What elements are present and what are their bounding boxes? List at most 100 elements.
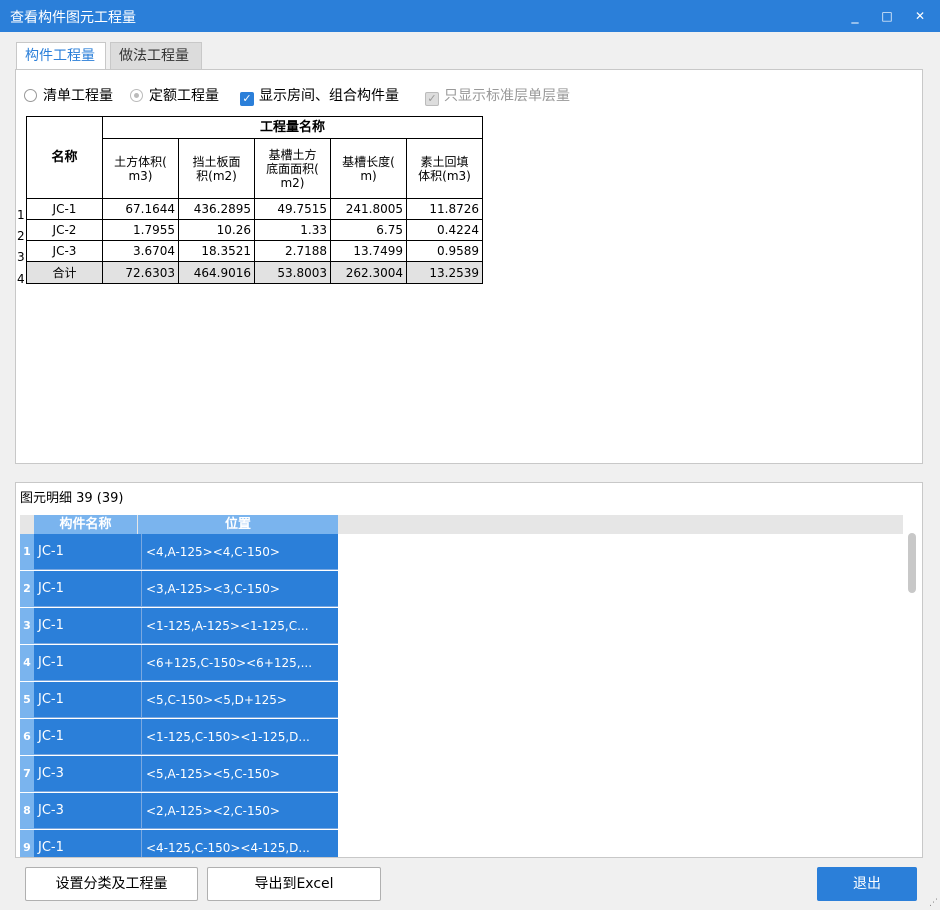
component-name: JC-1: [38, 618, 64, 633]
detail-caption: 图元明细 39 (39): [20, 491, 124, 506]
header-line: m3): [128, 168, 153, 183]
resize-grip-icon[interactable]: ⋰: [929, 898, 938, 908]
position: <3,A-125><3,C-150>: [141, 571, 336, 607]
position: <2,A-125><2,C-150>: [141, 793, 336, 829]
cell: 67.1644: [102, 198, 179, 220]
detail-row[interactable]: 8 JC-3 <2,A-125><2,C-150>: [20, 793, 338, 829]
header-line: 体积(m3): [418, 168, 471, 183]
table-row[interactable]: JC-2 1.7955 10.26 1.33 6.75 0.4224: [26, 219, 483, 241]
cell: 241.8005: [330, 198, 407, 220]
table-row[interactable]: JC-3 3.6704 18.3521 2.7188 13.7499 0.958…: [26, 240, 483, 262]
component-name: JC-3: [38, 766, 64, 781]
header-line: 基槽土方: [268, 147, 317, 162]
row-number: 2: [20, 571, 34, 607]
maximize-icon[interactable]: □: [876, 6, 898, 26]
detail-row[interactable]: 9 JC-1 <4-125,C-150><4-125,D...: [20, 830, 338, 857]
checkbox-standard-floor: ✓ 只显示标准层单层量: [425, 86, 570, 106]
detail-row[interactable]: 4 JC-1 <6+125,C-150><6+125,...: [20, 645, 338, 681]
option-dinge-label: 定额工程量: [149, 88, 219, 104]
cell: 1.7955: [102, 219, 179, 241]
exit-button[interactable]: 退出: [817, 867, 917, 901]
column-header[interactable]: 土方体积(m3): [102, 138, 179, 199]
cell: 0.9589: [406, 240, 483, 262]
quantity-panel: 清单工程量 定额工程量 ✓ 显示房间、组合构件量 ✓ 只显示标准层单层量 1 2 3…: [15, 69, 923, 464]
position: <5,C-150><5,D+125>: [141, 682, 336, 718]
header-line: 底面面积(: [266, 161, 319, 176]
column-header[interactable]: 基槽长度(m): [330, 138, 407, 199]
row-name: 合计: [26, 261, 103, 284]
panel-splitter[interactable]: [15, 466, 923, 474]
column-header-name[interactable]: 构件名称: [34, 515, 137, 534]
row-number: 8: [20, 793, 34, 829]
component-name: JC-1: [38, 729, 64, 744]
minimize-icon[interactable]: _: [844, 6, 866, 26]
detail-row[interactable]: 1 JC-1 <4,A-125><4,C-150>: [20, 534, 338, 570]
detail-row[interactable]: 3 JC-1 <1-125,A-125><1-125,C...: [20, 608, 338, 644]
row-name: JC-1: [26, 198, 103, 220]
position: <6+125,C-150><6+125,...: [141, 645, 336, 681]
component-name: JC-1: [38, 544, 64, 559]
cell: 10.26: [178, 219, 255, 241]
row-number: 1: [17, 208, 25, 222]
window-title: 查看构件图元工程量: [10, 10, 136, 26]
title-bar: 查看构件图元工程量 _ □ ✕: [0, 0, 940, 32]
cell: 3.6704: [102, 240, 179, 262]
row-name: JC-3: [26, 240, 103, 262]
header-line: m2): [280, 175, 305, 190]
tab-method-quantity[interactable]: 做法工程量: [110, 42, 202, 70]
detail-row[interactable]: 7 JC-3 <5,A-125><5,C-150>: [20, 756, 338, 792]
detail-header: 构件名称 位置: [20, 515, 903, 534]
detail-row[interactable]: 5 JC-1 <5,C-150><5,D+125>: [20, 682, 338, 718]
export-excel-button[interactable]: 导出到Excel: [207, 867, 381, 901]
header-line: 挡土板面: [192, 154, 241, 169]
row-number: 4: [17, 272, 25, 286]
cell: 262.3004: [330, 261, 407, 284]
row-number: 2: [17, 229, 25, 243]
name-header[interactable]: 名称: [26, 116, 103, 199]
component-name: JC-1: [38, 692, 64, 707]
quantity-group-header: 工程量名称: [102, 116, 483, 139]
cell: 1.33: [254, 219, 331, 241]
close-icon[interactable]: ✕: [909, 6, 931, 26]
position: <5,A-125><5,C-150>: [141, 756, 336, 792]
position: <1-125,A-125><1-125,C...: [141, 608, 336, 644]
classify-settings-button[interactable]: 设置分类及工程量: [25, 867, 198, 901]
header-line: 积(m2): [196, 168, 237, 183]
tab-component-quantity[interactable]: 构件工程量: [16, 42, 106, 71]
column-header[interactable]: 挡土板面 积(m2): [178, 138, 255, 199]
row-number: 5: [20, 682, 34, 718]
cell: 53.8003: [254, 261, 331, 284]
checkmark-disabled-icon: ✓: [425, 92, 439, 106]
cell: 18.3521: [178, 240, 255, 262]
detail-panel: 图元明细 39 (39) 构件名称 位置 1 JC-1 <4,A-125><4,C-…: [15, 482, 923, 858]
position: <1-125,C-150><1-125,D...: [141, 719, 336, 755]
checkbox-show-rooms[interactable]: ✓ 显示房间、组合构件量: [240, 86, 399, 106]
cell: 6.75: [330, 219, 407, 241]
cell: 11.8726: [406, 198, 483, 220]
option-qingdan-label: 清单工程量: [43, 88, 113, 104]
cell: 13.7499: [330, 240, 407, 262]
header-line: 基槽长度(: [342, 154, 395, 169]
column-header-position[interactable]: 位置: [138, 515, 338, 534]
header-line: m): [360, 168, 377, 183]
column-header[interactable]: 素土回填 体积(m3): [406, 138, 483, 199]
detail-row[interactable]: 2 JC-1 <3,A-125><3,C-150>: [20, 571, 338, 607]
scrollbar-thumb[interactable]: [908, 533, 916, 593]
row-number: 9: [20, 830, 34, 857]
checkmark-icon: ✓: [240, 92, 254, 106]
detail-row[interactable]: 6 JC-1 <1-125,C-150><1-125,D...: [20, 719, 338, 755]
component-name: JC-1: [38, 655, 64, 670]
option-dinge[interactable]: 定额工程量: [130, 86, 219, 106]
total-row[interactable]: 合计 72.6303 464.9016 53.8003 262.3004 13.…: [26, 261, 483, 284]
table-row[interactable]: JC-1 67.1644 436.2895 49.7515 241.8005 1…: [26, 198, 483, 220]
show-rooms-label: 显示房间、组合构件量: [259, 88, 399, 104]
vertical-scrollbar[interactable]: [906, 531, 918, 856]
position: <4-125,C-150><4-125,D...: [141, 830, 336, 857]
radio-icon: [24, 89, 37, 102]
cell: 72.6303: [102, 261, 179, 284]
option-qingdan[interactable]: 清单工程量: [24, 86, 113, 106]
column-header[interactable]: 基槽土方 底面面积(m2): [254, 138, 331, 199]
row-number: 3: [17, 250, 25, 264]
detail-rows: 1 JC-1 <4,A-125><4,C-150> 2 JC-1 <3,A-125><3…: [20, 534, 338, 857]
cell: 13.2539: [406, 261, 483, 284]
